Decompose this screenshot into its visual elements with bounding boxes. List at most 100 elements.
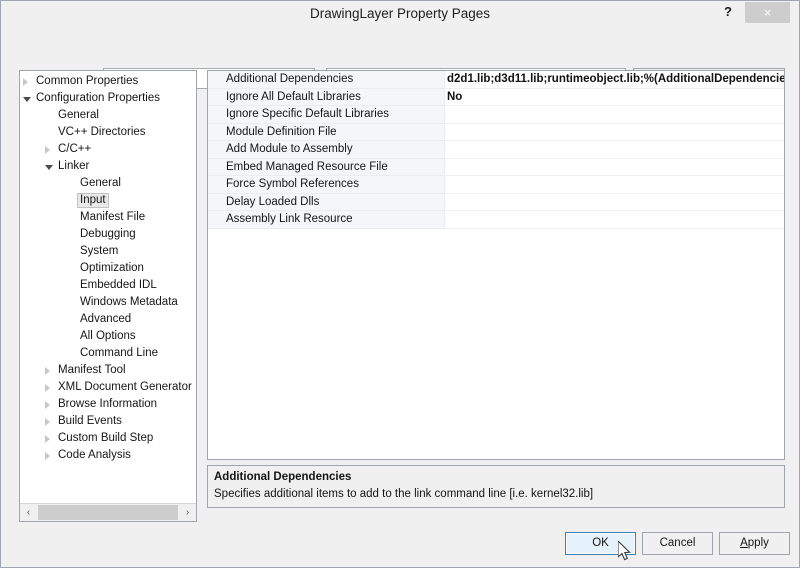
tree-item-all-options[interactable]: All Options [20,329,196,346]
chevron-down-icon[interactable] [45,165,53,170]
property-name: Assembly Link Resource [208,211,445,229]
tree-item-label: Command Line [80,347,158,360]
tree-item-label: General [58,109,99,122]
chevron-right-icon[interactable] [45,384,50,392]
tree-item-embedded-idl[interactable]: Embedded IDL [20,278,196,295]
property-pages-dialog: DrawingLayer Property Pages ? × Configur… [0,0,800,568]
close-icon[interactable]: × [745,2,790,23]
property-value[interactable] [445,159,784,176]
tree-item-input[interactable]: Input [20,193,196,210]
tree-item-advanced[interactable]: Advanced [20,312,196,329]
property-grid[interactable]: Additional Dependencies d2d1.lib;d3d11.li… [207,70,785,460]
configuration-bar: Configuration: Active(Debug) ⌄ Platform:… [1,27,799,90]
tree-horizontal-scrollbar[interactable]: ‹ › [20,503,196,521]
tree-item-label: C/C++ [58,143,92,156]
tree-item-label: General [80,177,121,190]
tree-item-general[interactable]: General [20,176,196,193]
property-value[interactable] [445,176,784,194]
tree-item-command-line[interactable]: Command Line [20,346,196,363]
tree-item-linker[interactable]: Linker [20,159,196,176]
apply-button[interactable]: Apply [719,532,790,555]
description-panel: Additional Dependencies Specifies additi… [207,465,785,508]
tree-item-label: Manifest File [80,211,146,224]
property-row[interactable]: Ignore Specific Default Libraries [208,106,784,124]
help-icon[interactable]: ? [713,1,743,23]
property-row[interactable]: Add Module to Assembly [208,141,784,159]
tree-item-label: Input [77,193,109,209]
tree-item-label: Common Properties [36,75,139,88]
property-row[interactable]: Ignore All Default Libraries No [208,88,784,106]
tree-item-manifest-tool[interactable]: Manifest Tool [20,363,196,380]
property-row[interactable]: Module Definition File [208,123,784,141]
property-value[interactable] [445,141,784,159]
tree-item-windows-metadata[interactable]: Windows Metadata [20,295,196,312]
property-name: Add Module to Assembly [208,141,445,159]
property-row[interactable]: Embed Managed Resource File [208,158,784,176]
cancel-button-label: Cancel [659,537,696,549]
tree-item-c-c[interactable]: C/C++ [20,142,196,159]
tree-item-xml-document-generator[interactable]: XML Document Generator [20,380,196,397]
tree-item-system[interactable]: System [20,244,196,261]
tree-item-label: Custom Build Step [58,432,154,445]
tree-item-label: Linker [58,160,90,173]
chevron-down-icon[interactable] [23,97,31,102]
chevron-right-icon[interactable] [45,418,50,426]
property-row[interactable]: Assembly Link Resource [208,211,784,229]
ok-button[interactable]: OK [565,532,636,555]
property-name: Force Symbol References [208,176,445,194]
tree-item-label: VC++ Directories [58,126,146,139]
property-row[interactable]: Force Symbol References [208,176,784,194]
tree-item-manifest-file[interactable]: Manifest File [20,210,196,227]
property-name: Embed Managed Resource File [208,158,445,176]
tree-item-build-events[interactable]: Build Events [20,414,196,431]
tree-item-label: Windows Metadata [80,296,178,309]
chevron-right-icon[interactable] [45,435,50,443]
property-row[interactable]: Additional Dependencies d2d1.lib;d3d11.li… [208,71,784,89]
tree-item-debugging[interactable]: Debugging [20,227,196,244]
property-row[interactable]: Delay Loaded Dlls [208,193,784,211]
tree-item-label: XML Document Generator [58,381,192,394]
property-name: Ignore Specific Default Libraries [208,106,445,124]
apply-button-label: Apply [740,537,769,549]
page-title: DrawingLayer Property Pages [309,6,491,21]
description-body: Specifies additional items to add to the… [214,488,594,500]
tree-item-label: Configuration Properties [36,92,161,105]
settings-tree[interactable]: Common Properties Configuration Propertie… [19,70,197,522]
tree-item-optimization[interactable]: Optimization [20,261,196,278]
cancel-button[interactable]: Cancel [642,532,713,555]
property-name: Ignore All Default Libraries [208,88,445,106]
property-name: Module Definition File [208,123,445,141]
tree-item-custom-build-step[interactable]: Custom Build Step [20,431,196,448]
chevron-right-icon[interactable] [45,452,50,460]
property-value[interactable] [445,106,784,124]
tree-item-code-analysis[interactable]: Code Analysis [20,448,196,465]
property-value[interactable] [445,124,784,141]
chevron-right-icon[interactable] [45,401,50,409]
tree-item-browse-information[interactable]: Browse Information [20,397,196,414]
title-bar: DrawingLayer Property Pages ? × [1,1,799,27]
tree-item-label: Advanced [80,313,132,326]
chevron-right-icon[interactable] [45,367,50,375]
property-name: Delay Loaded Dlls [208,193,445,211]
chevron-right-icon[interactable] [23,78,28,86]
scrollbar-thumb[interactable] [38,505,178,520]
scroll-right-icon[interactable]: › [179,504,196,521]
description-title: Additional Dependencies [214,471,352,483]
tree-item-label: Embedded IDL [80,279,157,292]
tree-item-common-properties[interactable]: Common Properties [20,74,196,91]
property-value[interactable] [445,211,784,229]
chevron-right-icon[interactable] [45,146,50,154]
tree-item-label: System [80,245,119,258]
property-value[interactable]: No [445,89,784,106]
tree-item-vc-directories[interactable]: VC++ Directories [20,125,196,142]
tree-item-general[interactable]: General [20,108,196,125]
property-value[interactable] [445,194,784,211]
tree-item-configuration-properties[interactable]: Configuration Properties [20,91,196,108]
tree-item-label: Browse Information [58,398,158,411]
settings-tree-list: Common Properties Configuration Propertie… [20,74,196,502]
tree-item-label: Build Events [58,415,122,428]
property-name: Additional Dependencies [208,71,445,89]
property-value[interactable]: d2d1.lib;d3d11.lib;runtimeobject.lib;%(A… [445,71,784,89]
tree-item-label: Optimization [80,262,144,275]
scroll-left-icon[interactable]: ‹ [20,504,37,521]
